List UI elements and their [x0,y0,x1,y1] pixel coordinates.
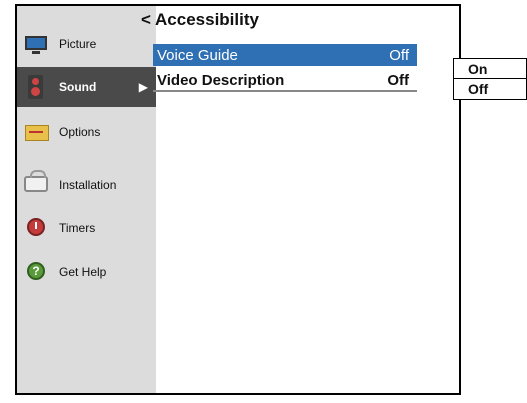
dropdown-option-off[interactable]: Off [454,79,526,99]
sidebar-item-sound[interactable]: Sound ▶ [17,67,156,107]
help-icon: ? [23,259,49,285]
row-label: Voice Guide [157,46,238,64]
voice-guide-row[interactable]: Voice Guide Off [153,44,417,66]
installation-icon [23,170,49,198]
sidebar-item-label: Options [59,125,101,139]
sidebar: Picture Sound ▶ Options Installation Tim… [17,6,156,393]
sidebar-item-get-help[interactable]: ? Get Help [17,252,156,292]
sidebar-item-label: Sound [59,80,97,94]
row-label: Video Description [157,71,285,89]
sidebar-item-installation[interactable]: Installation [17,165,156,205]
sidebar-item-picture[interactable]: Picture [17,24,156,64]
speaker-icon [23,74,49,100]
sidebar-item-label: Installation [59,178,117,192]
row-value: Off [389,46,409,64]
sidebar-item-options[interactable]: Options [17,112,156,152]
options-icon [23,119,49,145]
row-value: Off [387,71,409,89]
sidebar-item-timers[interactable]: Timers [17,208,156,248]
dropdown-option-on[interactable]: On [454,59,526,79]
video-description-row[interactable]: Video Description Off [153,70,417,92]
value-dropdown: On Off [453,58,527,100]
sidebar-item-label: Timers [59,221,96,235]
page-title: < Accessibility [141,10,259,29]
chevron-right-icon: ▶ [138,80,148,94]
tv-icon [23,31,49,57]
sidebar-item-label: Picture [59,37,97,51]
sidebar-item-label: Get Help [59,265,107,279]
timer-icon [23,215,49,241]
